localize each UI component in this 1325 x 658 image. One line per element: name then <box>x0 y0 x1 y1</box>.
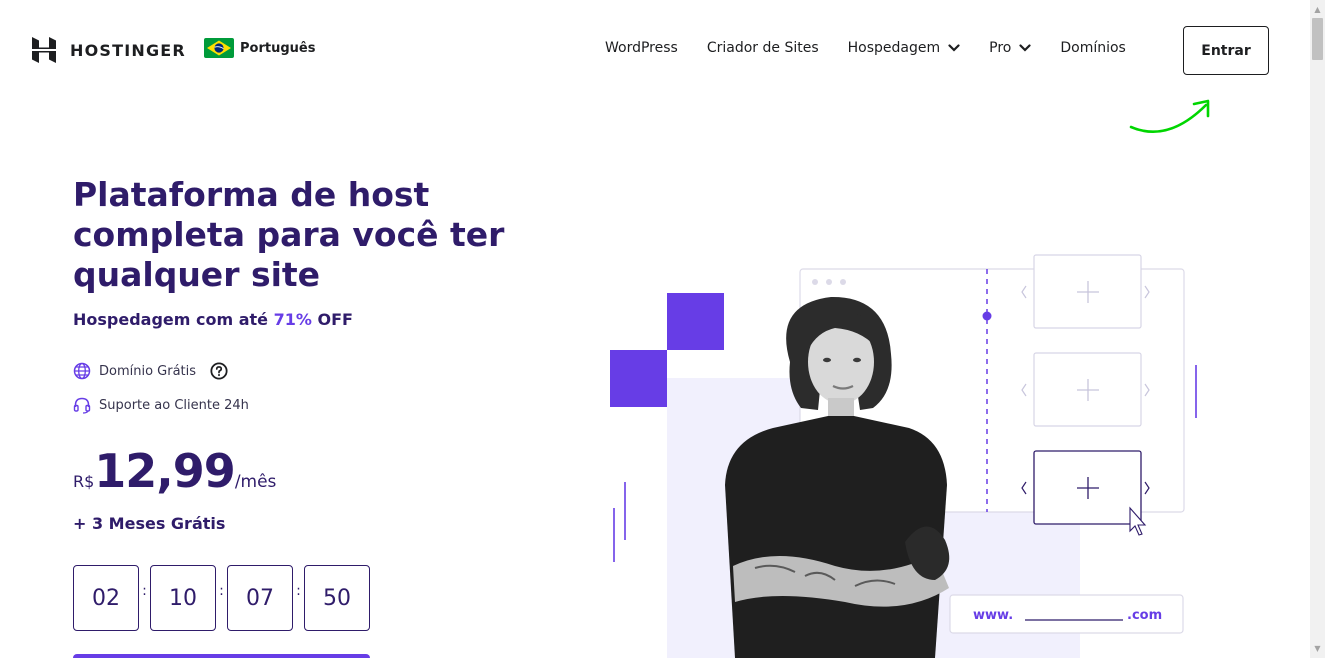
price: R$ 12,99 /mês <box>73 444 276 498</box>
brazil-flag-icon <box>204 38 234 58</box>
subtitle-prefix: Hospedagem com até <box>73 310 274 329</box>
deco-square-bottom <box>610 350 667 407</box>
nav-item-pro[interactable]: Pro <box>989 40 1031 56</box>
nav-item-label: Domínios <box>1060 40 1126 56</box>
scrollbar-thumb[interactable] <box>1312 18 1323 60</box>
feature-label: Suporte ao Cliente 24h <box>99 397 249 413</box>
help-icon[interactable] <box>210 362 228 380</box>
site-header: HOSTINGER Português WordPress Criador de… <box>0 0 1310 134</box>
nav-item-site-builder[interactable]: Criador de Sites <box>707 40 819 56</box>
countdown-seconds: 50 <box>304 565 370 631</box>
headset-icon <box>73 397 91 414</box>
page-scrollbar[interactable]: ▲ ▼ <box>1310 0 1325 658</box>
countdown-separator: : <box>296 583 301 599</box>
nav-item-label: Pro <box>989 40 1012 56</box>
countdown-days: 02 <box>73 565 139 631</box>
language-selector[interactable]: Português <box>204 38 315 58</box>
discount-value: 71% <box>273 310 312 329</box>
main-nav: WordPress Criador de Sites Hospedagem Pr… <box>605 40 1155 56</box>
feature-free-domain: Domínio Grátis <box>73 362 228 380</box>
hero-subtitle: Hospedagem com até 71% OFF <box>73 310 353 329</box>
nav-item-domains[interactable]: Domínios <box>1060 40 1126 56</box>
feature-support: Suporte ao Cliente 24h <box>73 396 249 414</box>
price-period: /mês <box>234 472 277 492</box>
nav-item-label: Criador de Sites <box>706 40 819 56</box>
deco-square-top <box>667 293 724 350</box>
countdown-hours: 10 <box>150 565 216 631</box>
chevron-down-icon <box>1019 44 1031 52</box>
price-amount: 12,99 <box>94 444 236 498</box>
nav-item-label: Hospedagem <box>847 40 941 56</box>
feature-label: Domínio Grátis <box>99 363 197 379</box>
price-currency: R$ <box>73 472 95 491</box>
bonus-offer: + 3 Meses Grátis <box>73 514 226 533</box>
cta-button[interactable] <box>73 654 370 658</box>
countdown-minutes: 07 <box>227 565 293 631</box>
scroll-up-icon[interactable]: ▲ <box>1310 2 1325 17</box>
countdown-timer: 02 : 10 : 07 : 50 <box>73 565 370 631</box>
countdown-separator: : <box>142 583 147 599</box>
chevron-down-icon <box>948 44 960 52</box>
nav-item-hosting[interactable]: Hospedagem <box>848 40 961 56</box>
hostinger-logo[interactable]: HOSTINGER <box>30 36 186 64</box>
nav-item-wordpress[interactable]: WordPress <box>605 40 678 56</box>
domain-prefix: www. <box>973 608 1013 623</box>
nav-item-label: WordPress <box>605 40 678 56</box>
scroll-down-icon[interactable]: ▼ <box>1310 641 1325 656</box>
hostinger-logo-icon <box>32 37 56 63</box>
hero-illustration: www. .com <box>610 254 1197 658</box>
language-label: Português <box>240 40 316 56</box>
globe-icon <box>73 362 91 380</box>
subtitle-suffix: OFF <box>311 310 353 329</box>
logo-text: HOSTINGER <box>70 40 186 60</box>
hero-title: Plataforma de host completa para você te… <box>73 175 505 294</box>
arrow-doodle-icon <box>1129 99 1210 134</box>
domain-suffix: .com <box>1127 608 1162 623</box>
login-button[interactable]: Entrar <box>1183 26 1269 75</box>
countdown-separator: : <box>219 583 224 599</box>
